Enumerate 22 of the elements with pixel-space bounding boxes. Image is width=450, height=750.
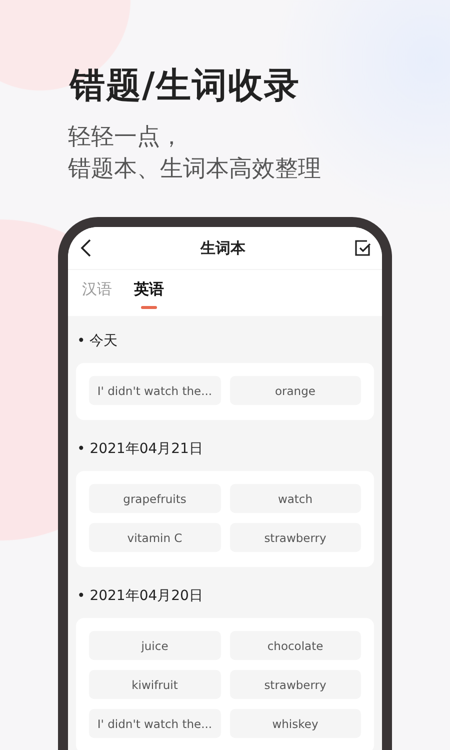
date-heading: • 2021年04月20日	[77, 587, 204, 605]
word-chip[interactable]: I' didn't watch the...	[89, 709, 220, 738]
word-chip[interactable]: strawberry	[230, 670, 361, 699]
subtitle-line: 错题本、生词本高效整理	[68, 155, 322, 184]
word-chip[interactable]: juice	[89, 631, 220, 660]
subtitle-line: 轻轻一点，	[68, 123, 184, 152]
back-icon[interactable]	[80, 239, 92, 257]
date-heading: • 2021年04月21日	[77, 440, 204, 458]
screen-title: 生词本	[200, 238, 246, 258]
word-chip[interactable]: strawberry	[230, 523, 361, 552]
word-chip[interactable]: chocolate	[230, 631, 361, 660]
word-chip[interactable]: vitamin C	[89, 523, 220, 552]
headline: 错题/生词收录	[70, 65, 301, 108]
word-chip[interactable]: orange	[230, 376, 361, 405]
word-chip[interactable]: kiwifruit	[89, 670, 220, 699]
tab[interactable]: 英语	[134, 278, 164, 309]
checkbox-icon[interactable]	[354, 239, 372, 257]
word-chip[interactable]: watch	[230, 484, 361, 513]
word-chip[interactable]: grapefruits	[89, 484, 220, 513]
word-chip[interactable]: whiskey	[230, 709, 361, 738]
date-heading: • 今天	[77, 332, 119, 350]
word-chip[interactable]: I' didn't watch the...	[89, 376, 220, 405]
